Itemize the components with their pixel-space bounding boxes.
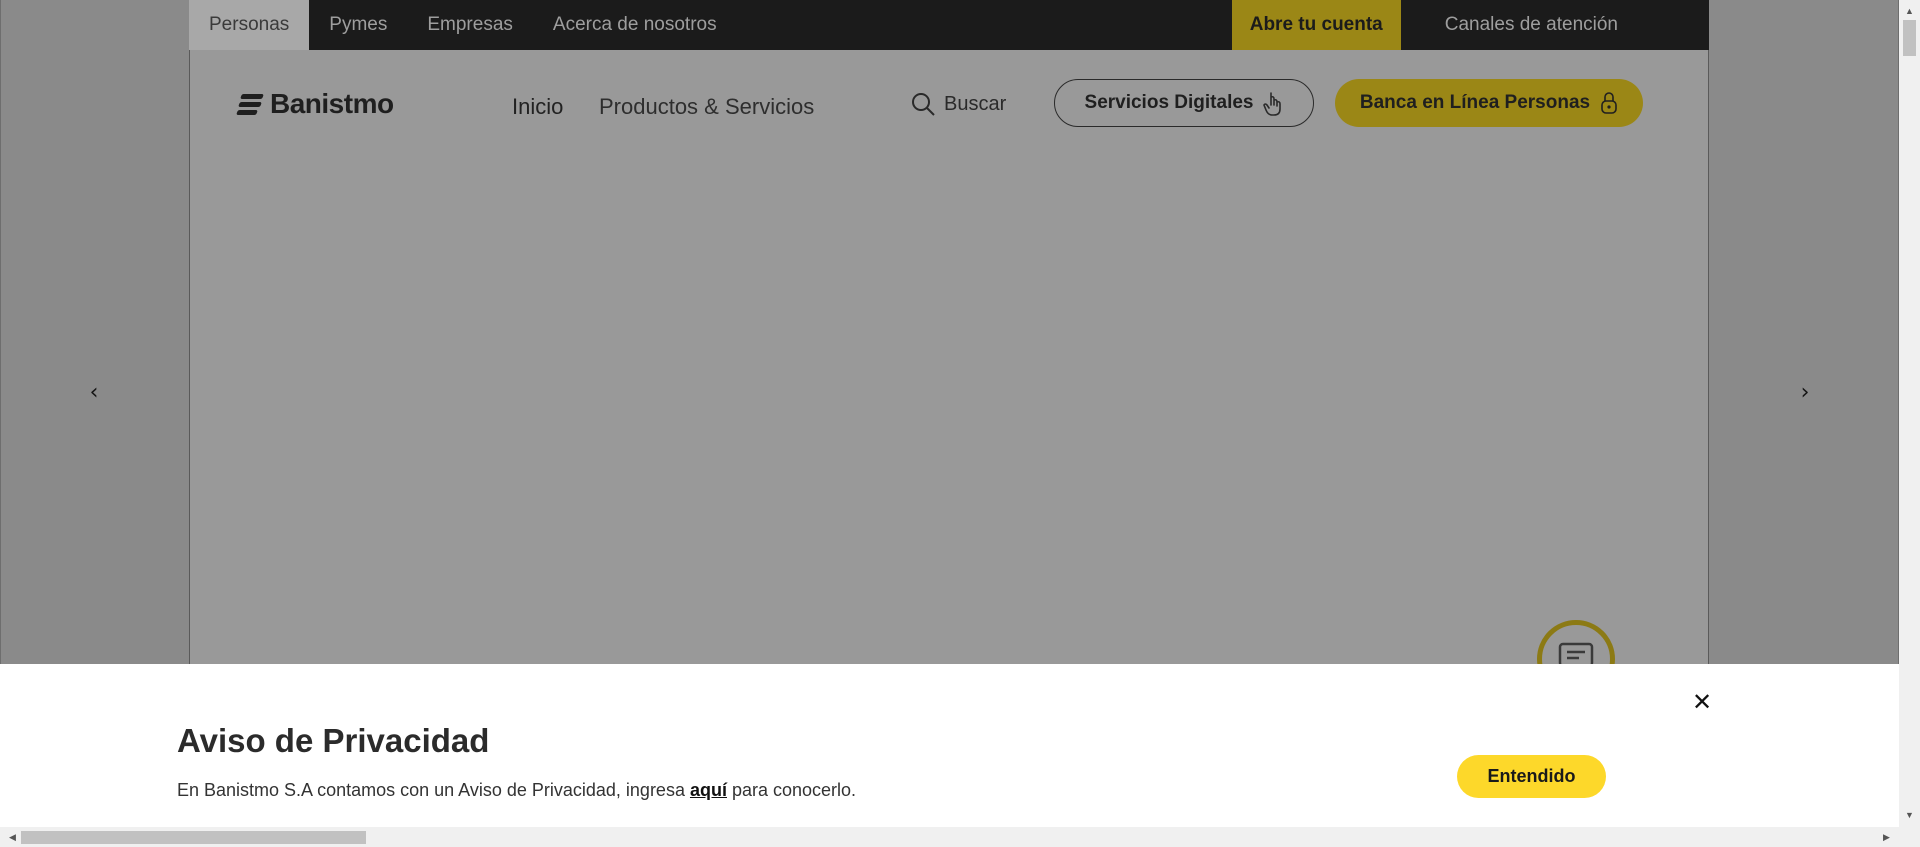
lock-icon: [1601, 92, 1617, 114]
privacy-link[interactable]: aquí: [690, 780, 727, 800]
search-button[interactable]: Buscar: [910, 91, 1006, 117]
accept-button[interactable]: Entendido: [1457, 755, 1606, 798]
close-icon: ✕: [1691, 688, 1713, 716]
horizontal-scroll-thumb[interactable]: [21, 831, 366, 844]
segment-tab-pymes[interactable]: Pymes: [309, 0, 407, 50]
vertical-scrollbar[interactable]: ▲ ▼: [1899, 0, 1920, 827]
carousel-left-panel: [0, 0, 189, 664]
chevron-right-icon: ›: [1800, 379, 1810, 405]
hand-pointer-icon: [1263, 92, 1282, 116]
horizontal-scrollbar[interactable]: ◀ ▶: [0, 827, 1920, 847]
main-nav: Inicio: [512, 94, 563, 120]
main-nav-products: Productos & Servicios: [599, 94, 814, 120]
digital-services-label: Servicios Digitales: [1084, 92, 1254, 113]
online-banking-label: Banca en Línea Personas: [1359, 92, 1591, 113]
privacy-notice-banner: Aviso de Privacidad En Banistmo S.A cont…: [0, 664, 1899, 827]
segment-tab-personas[interactable]: Personas: [189, 0, 310, 50]
open-account-button[interactable]: Abre tu cuenta: [1231, 0, 1401, 50]
close-button[interactable]: ✕: [1690, 688, 1714, 716]
top-segment-bar: Personas Pymes Empresas Acerca de nosotr…: [189, 0, 1709, 50]
chevron-left-icon: ‹: [89, 379, 99, 405]
banistmo-logo-icon: [236, 91, 264, 117]
segment-tab-about[interactable]: Acerca de nosotros: [533, 0, 737, 50]
support-channels-link[interactable]: Canales de atención: [1401, 0, 1709, 50]
scrollbar-corner: [1899, 827, 1920, 847]
online-banking-button[interactable]: Banca en Línea Personas: [1335, 79, 1643, 127]
digital-services-button[interactable]: Servicios Digitales: [1054, 79, 1314, 127]
segment-tab-empresas[interactable]: Empresas: [407, 0, 533, 50]
search-icon: [912, 93, 935, 116]
scroll-left-icon[interactable]: ◀: [4, 827, 21, 847]
carousel-next-button[interactable]: ›: [1793, 379, 1817, 405]
carousel-prev-button[interactable]: ‹: [82, 379, 106, 405]
banistmo-logo[interactable]: Banistmo: [236, 88, 394, 120]
privacy-text: En Banistmo S.A contamos con un Aviso de…: [177, 780, 857, 800]
scroll-up-icon[interactable]: ▲: [1899, 2, 1920, 19]
scroll-down-icon[interactable]: ▼: [1899, 806, 1920, 823]
privacy-title: Aviso de Privacidad: [177, 722, 490, 759]
search-label: Buscar: [944, 92, 1007, 115]
carousel-right-panel: [1709, 0, 1899, 664]
nav-products-services[interactable]: Productos & Servicios: [599, 94, 814, 120]
logo-text: Banistmo: [270, 88, 394, 119]
nav-inicio[interactable]: Inicio: [512, 94, 563, 120]
vertical-scroll-thumb[interactable]: [1903, 20, 1916, 56]
scroll-right-icon[interactable]: ▶: [1878, 827, 1895, 847]
